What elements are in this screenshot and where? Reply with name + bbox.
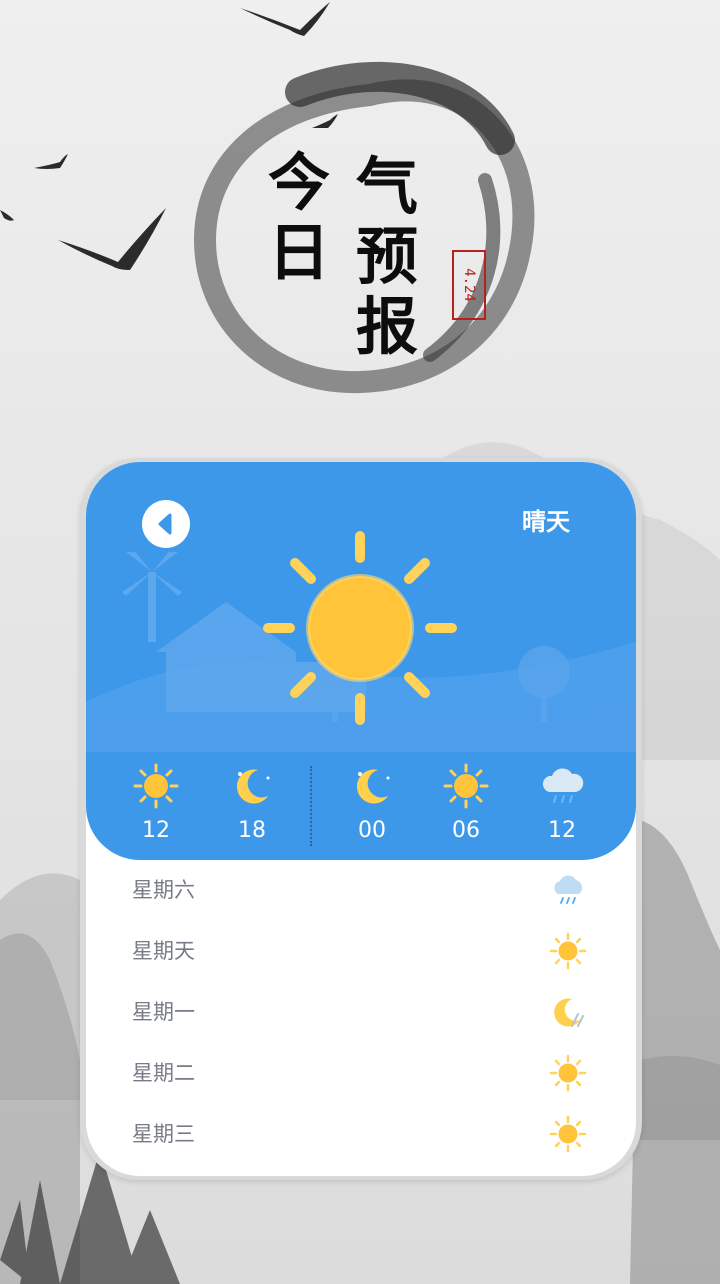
chevron-left-icon: [158, 513, 172, 535]
hour-item: 00: [332, 762, 412, 843]
hour-item: 12: [522, 762, 602, 843]
weather-card: 晴天 12 18 00 06 12 星期六 星期天 星期一 星期二 星期三: [86, 462, 636, 1176]
list-item[interactable]: 星期二: [86, 1043, 636, 1103]
hour-label: 18: [238, 818, 266, 843]
hour-label: 12: [142, 818, 170, 843]
sun-icon: [549, 1115, 587, 1153]
title-char-yu: 预: [356, 220, 419, 293]
sun-icon: [549, 932, 587, 970]
card-header: 晴天 12 18 00 06 12: [86, 462, 636, 860]
list-item[interactable]: 星期六: [86, 860, 636, 920]
rain-cloud-icon: [542, 768, 584, 804]
title-char-jin: 今: [268, 146, 331, 219]
date-seal: 4.24: [452, 250, 486, 320]
day-label: 星期二: [132, 1061, 195, 1085]
sun-icon: [549, 1054, 587, 1092]
hour-item: 18: [212, 762, 292, 843]
title-char-qi: 气: [356, 150, 419, 223]
back-button[interactable]: [142, 500, 190, 548]
moon-icon: [236, 769, 270, 804]
rain-cloud-icon: [554, 875, 583, 904]
list-item[interactable]: 星期一: [86, 982, 636, 1042]
day-label: 星期一: [132, 1000, 195, 1024]
weather-condition: 晴天: [522, 508, 570, 536]
hour-label: 12: [548, 818, 576, 843]
moon-icon: [356, 769, 390, 804]
sun-icon: [133, 763, 179, 809]
moon-rain-icon: [554, 998, 584, 1027]
hourly-forecast: 12 18 00 06 12: [86, 762, 636, 852]
day-label: 星期六: [132, 878, 195, 902]
day-label: 星期三: [132, 1122, 195, 1146]
title-char-bao: 报: [356, 290, 419, 363]
hour-label: 06: [452, 818, 480, 843]
hour-label: 00: [358, 818, 386, 843]
day-label: 星期天: [132, 939, 195, 963]
hour-item: 12: [116, 762, 196, 843]
title-char-ri: 日: [268, 216, 331, 289]
list-item[interactable]: 星期三: [86, 1104, 636, 1164]
hour-item: 06: [426, 762, 506, 843]
sun-icon: [443, 763, 489, 809]
list-item[interactable]: 星期天: [86, 921, 636, 981]
seal-text: 4.24: [461, 268, 477, 302]
sun-icon: [263, 531, 457, 725]
